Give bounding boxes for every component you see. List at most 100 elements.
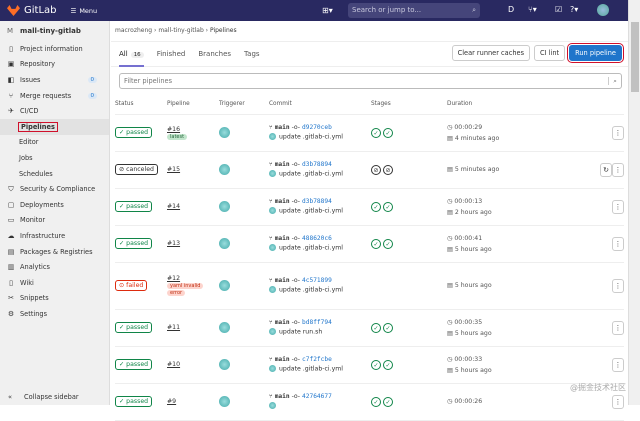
tab-finished[interactable]: Finished: [157, 41, 186, 67]
status-badge[interactable]: ✓ passed: [115, 201, 153, 212]
more-actions-button[interactable]: ⋮: [612, 357, 624, 372]
status-badge[interactable]: ✓ passed: [115, 127, 153, 138]
triggerer-avatar[interactable]: [219, 201, 230, 212]
pipeline-link[interactable]: #13: [167, 240, 180, 247]
commit-sha-link[interactable]: d3b78894: [302, 198, 332, 205]
branch-link[interactable]: main: [275, 161, 290, 168]
breadcrumb-link[interactable]: mall-tiny-gitlab: [158, 27, 203, 34]
clear-runner-caches-button[interactable]: Clear runner caches: [451, 45, 531, 61]
branch-link[interactable]: main: [275, 124, 290, 131]
stage-status-icon[interactable]: ✓: [383, 238, 393, 249]
sidebar-item[interactable]: ▥ Analytics: [0, 259, 109, 275]
more-actions-button[interactable]: ⋮: [612, 162, 624, 177]
sidebar-subitem[interactable]: Editor: [0, 135, 109, 151]
sidebar-item[interactable]: ✂ Snippets: [0, 291, 109, 307]
sidebar-item[interactable]: ⚙ Settings: [0, 306, 109, 322]
sidebar-subitem[interactable]: Schedules: [0, 166, 109, 182]
pipeline-link[interactable]: #14: [167, 203, 180, 210]
tab-all[interactable]: All 16: [119, 41, 144, 67]
status-badge[interactable]: ⊙ failed: [115, 280, 148, 291]
commit-message-link[interactable]: update .gitlab-ci.yml: [279, 171, 343, 178]
filter-pipelines-input[interactable]: Filter pipelines ⌕: [119, 73, 622, 89]
commit-sha-link[interactable]: bd8ff794: [302, 319, 332, 326]
stage-status-icon[interactable]: ✓: [371, 396, 381, 407]
commit-sha-link[interactable]: c7f2fcbe: [302, 356, 332, 363]
gitlab-logo[interactable]: GitLab: [7, 5, 57, 16]
new-dropdown-icon[interactable]: ⊞▾: [322, 6, 333, 15]
scrollbar[interactable]: [628, 0, 640, 405]
merge-requests-icon[interactable]: ⑂▾: [528, 5, 537, 14]
more-actions-button[interactable]: ⋮: [612, 320, 624, 335]
sidebar-item[interactable]: ✈ CI/CD: [0, 103, 109, 119]
sidebar-item[interactable]: ◧ Issues 0: [0, 72, 109, 88]
stage-status-icon[interactable]: ✓: [383, 396, 393, 407]
stage-status-icon[interactable]: ✓: [371, 238, 381, 249]
pipeline-link[interactable]: #9: [167, 398, 176, 405]
menu-button[interactable]: ☰ Menu: [71, 7, 98, 15]
sidebar-item[interactable]: ⑂ Merge requests 0: [0, 88, 109, 104]
commit-message-link[interactable]: update .gitlab-ci.yml: [279, 134, 343, 141]
stage-status-icon[interactable]: ✓: [371, 322, 381, 333]
status-badge[interactable]: ✓ passed: [115, 396, 153, 407]
more-actions-button[interactable]: ⋮: [612, 199, 624, 214]
commit-sha-link[interactable]: 488620c6: [302, 235, 332, 242]
stage-status-icon[interactable]: ⊘: [383, 164, 393, 175]
sidebar-item[interactable]: ▭ Monitor: [0, 213, 109, 229]
project-link[interactable]: Mmall-tiny-gitlab: [0, 21, 109, 41]
branch-link[interactable]: main: [275, 356, 290, 363]
issues-icon[interactable]: D: [508, 5, 514, 14]
status-badge[interactable]: ✓ passed: [115, 322, 153, 333]
status-badge[interactable]: ✓ passed: [115, 359, 153, 370]
tab-tags[interactable]: Tags: [244, 41, 260, 67]
commit-message-link[interactable]: update .gitlab-ci.yml: [279, 366, 343, 373]
more-actions-button[interactable]: ⋮: [612, 278, 624, 293]
triggerer-avatar[interactable]: [219, 359, 230, 370]
sidebar-item[interactable]: ▤ Packages & Registries: [0, 244, 109, 260]
sidebar-item[interactable]: ▢ Deployments: [0, 197, 109, 213]
commit-message-link[interactable]: update .gitlab-ci.yml: [279, 287, 343, 294]
collapse-sidebar-button[interactable]: «Collapse sidebar: [8, 393, 79, 401]
stage-status-icon[interactable]: ⊘: [371, 164, 381, 175]
scrollbar-thumb[interactable]: [631, 22, 639, 92]
pipeline-link[interactable]: #10: [167, 361, 180, 368]
branch-link[interactable]: main: [275, 277, 290, 284]
branch-link[interactable]: main: [275, 393, 290, 400]
pipeline-link[interactable]: #11: [167, 324, 180, 331]
sidebar-subitem[interactable]: Jobs: [0, 150, 109, 166]
commit-sha-link[interactable]: 4c571899: [302, 277, 332, 284]
help-icon[interactable]: ?▾: [570, 5, 578, 14]
stage-status-icon[interactable]: ✓: [371, 201, 381, 212]
stage-status-icon[interactable]: ✓: [383, 322, 393, 333]
stage-status-icon[interactable]: ✓: [371, 127, 381, 138]
triggerer-avatar[interactable]: [219, 164, 230, 175]
user-avatar[interactable]: [597, 4, 609, 16]
triggerer-avatar[interactable]: [219, 280, 230, 291]
branch-link[interactable]: main: [275, 235, 290, 242]
stage-status-icon[interactable]: ✓: [383, 359, 393, 370]
status-badge[interactable]: ⊘ canceled: [115, 164, 158, 175]
triggerer-avatar[interactable]: [219, 238, 230, 249]
more-actions-button[interactable]: ⋮: [612, 394, 624, 409]
commit-message-link[interactable]: update run.sh: [279, 329, 322, 336]
sidebar-item[interactable]: ⛉ Security & Compliance: [0, 181, 109, 197]
commit-message-link[interactable]: update .gitlab-ci.yml: [279, 245, 343, 252]
status-badge[interactable]: ✓ passed: [115, 238, 153, 249]
sidebar-item[interactable]: ▣ Repository: [0, 57, 109, 73]
commit-sha-link[interactable]: d3b78894: [302, 161, 332, 168]
more-actions-button[interactable]: ⋮: [612, 125, 624, 140]
commit-message-link[interactable]: update .gitlab-ci.yml: [279, 208, 343, 215]
pipeline-link[interactable]: #12: [167, 275, 180, 282]
more-actions-button[interactable]: ⋮: [612, 236, 624, 251]
stage-status-icon[interactable]: ✓: [383, 201, 393, 212]
stage-status-icon[interactable]: ✓: [383, 127, 393, 138]
triggerer-avatar[interactable]: [219, 127, 230, 138]
pipeline-link[interactable]: #16: [167, 126, 180, 133]
breadcrumb-link[interactable]: macrozheng: [115, 27, 152, 34]
retry-button[interactable]: ↻: [600, 162, 612, 177]
stage-status-icon[interactable]: ✓: [371, 359, 381, 370]
sidebar-item[interactable]: ▯ Wiki: [0, 275, 109, 291]
pipeline-link[interactable]: #15: [167, 166, 180, 173]
search-icon[interactable]: ⌕: [608, 77, 617, 85]
sidebar-subitem[interactable]: Pipelines: [0, 118, 109, 135]
sidebar-item[interactable]: ☁ Infrastructure: [0, 228, 109, 244]
